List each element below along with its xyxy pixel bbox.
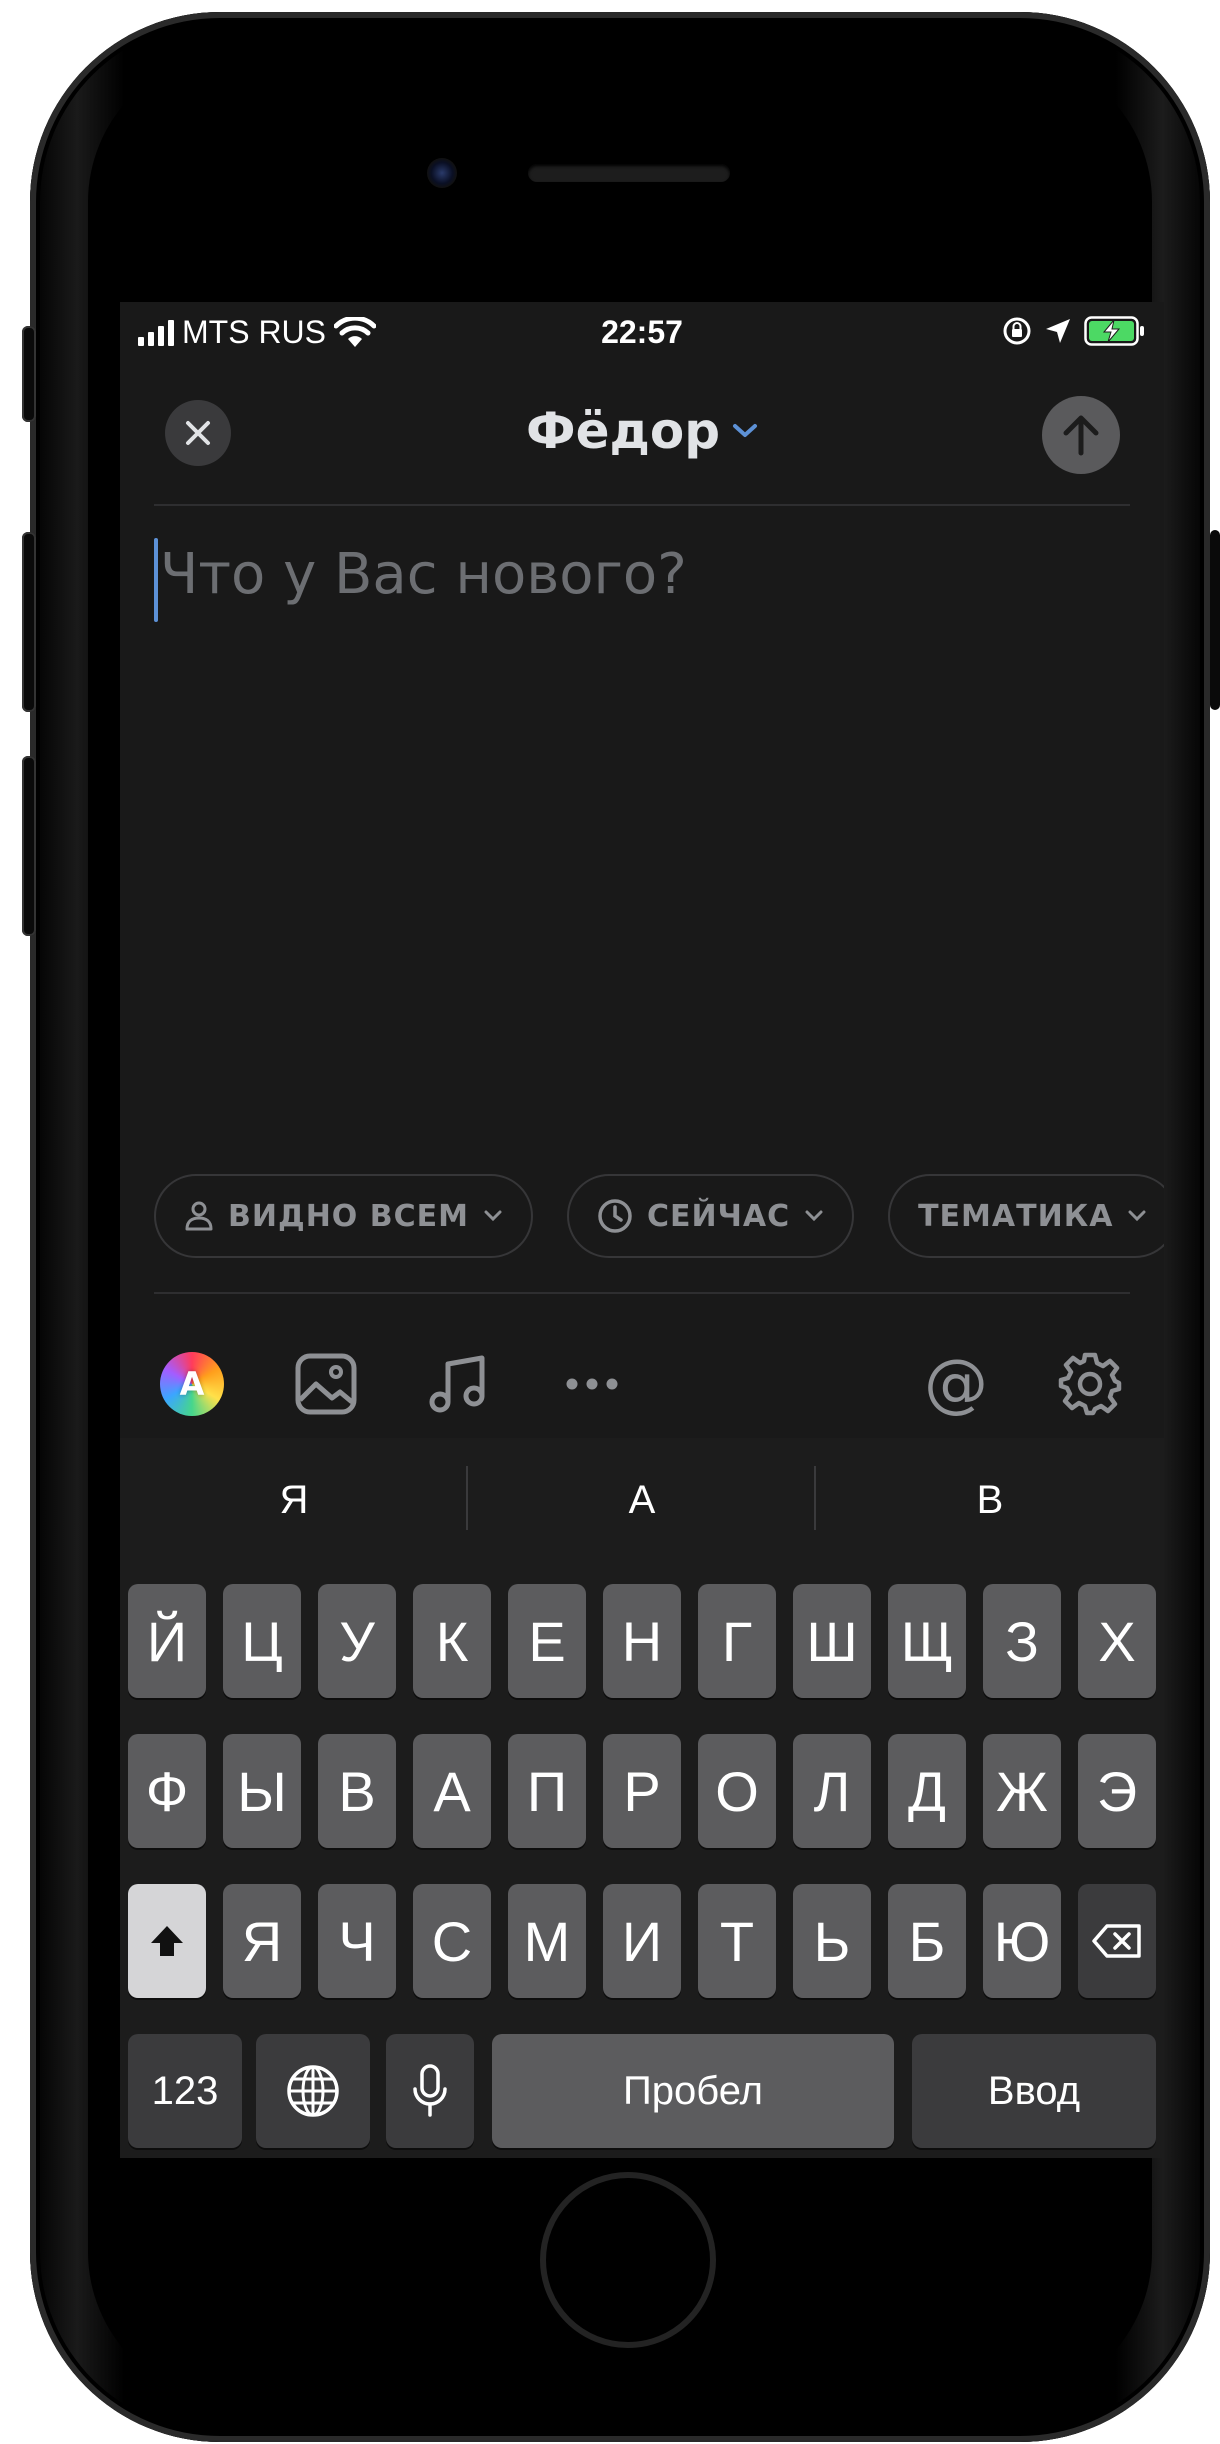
space-key[interactable]: Пробел (492, 2034, 894, 2148)
letter-key[interactable]: Л (793, 1734, 871, 1848)
letter-key[interactable]: О (698, 1734, 776, 1848)
more-icon (566, 1378, 618, 1390)
text-style-letter: A (179, 1365, 205, 1403)
letter-key[interactable]: Ц (223, 1584, 301, 1698)
compose-header: Фёдор (120, 364, 1164, 484)
backspace-icon (1092, 1924, 1141, 1958)
letter-key[interactable]: И (603, 1884, 681, 1998)
schedule-chip[interactable]: СЕЙЧАС (566, 1174, 855, 1258)
suggestion-2[interactable]: А (468, 1478, 816, 1523)
suggestion-1[interactable]: Я (120, 1478, 468, 1523)
letter-key[interactable]: Й (128, 1584, 206, 1698)
text-style-button[interactable]: A (156, 1348, 228, 1420)
letter-key[interactable]: П (508, 1734, 586, 1848)
language-key[interactable] (256, 2034, 370, 2148)
text-style-icon: A (160, 1352, 224, 1416)
page-title: Фёдор (525, 402, 721, 460)
music-button[interactable] (422, 1348, 494, 1420)
chevron-down-icon (733, 424, 758, 437)
mute-switch (22, 326, 36, 422)
letter-key[interactable]: М (508, 1884, 586, 1998)
letter-key[interactable]: А (413, 1734, 491, 1848)
settings-button[interactable] (1054, 1348, 1126, 1420)
letter-key[interactable]: Х (1078, 1584, 1156, 1698)
mention-icon: @ (924, 1347, 988, 1421)
mention-button[interactable]: @ (920, 1347, 992, 1421)
post-placeholder: Что у Вас нового? (160, 542, 687, 607)
visibility-chip[interactable]: ВИДНО ВСЕМ (154, 1174, 533, 1258)
power-button (1210, 530, 1220, 710)
letter-key[interactable]: В (318, 1734, 396, 1848)
volume-down-button (22, 756, 36, 936)
keyboard: Я А В ЙЦУКЕНГШЩЗХ ФЫВАПРОЛДЖЭ ЯЧСМИТЬБЮ … (120, 1438, 1164, 2158)
topic-label: ТЕМАТИКА (918, 1198, 1114, 1234)
letter-key[interactable]: Е (508, 1584, 586, 1698)
letter-key[interactable]: Т (698, 1884, 776, 1998)
chips-divider (154, 1292, 1130, 1294)
letter-key[interactable]: Ь (793, 1884, 871, 1998)
chevron-down-icon (805, 1210, 823, 1222)
suggestion-bar: Я А В (120, 1438, 1164, 1568)
post-options: ВИДНО ВСЕМ СЕЙЧАС ТЕМАТИКА (154, 1174, 1164, 1258)
image-icon (295, 1353, 357, 1415)
chevron-down-icon (1128, 1210, 1146, 1222)
letter-key[interactable]: К (413, 1584, 491, 1698)
microphone-icon (413, 2064, 447, 2117)
author-selector[interactable]: Фёдор (120, 402, 1164, 460)
music-icon (429, 1355, 485, 1413)
letter-key[interactable]: Ш (793, 1584, 871, 1698)
volume-up-button (22, 532, 36, 712)
globe-icon (287, 2065, 339, 2117)
letter-key[interactable]: Э (1078, 1734, 1156, 1848)
letter-key[interactable]: Ж (983, 1734, 1061, 1848)
shift-icon (151, 1926, 183, 1956)
letter-key[interactable]: Р (603, 1734, 681, 1848)
more-button[interactable] (556, 1348, 628, 1420)
clock-icon (598, 1199, 632, 1233)
letter-key[interactable]: Н (603, 1584, 681, 1698)
return-key[interactable]: Ввод (912, 2034, 1156, 2148)
letter-key[interactable]: Г (698, 1584, 776, 1698)
header-divider (154, 504, 1130, 506)
text-caret (154, 538, 158, 622)
letter-key[interactable]: Ч (318, 1884, 396, 1998)
screen: MTS RUS 22:57 Фёдор Что у Вас нового? ВИ… (120, 302, 1164, 2158)
letter-key[interactable]: Ф (128, 1734, 206, 1848)
home-button[interactable] (540, 2172, 716, 2348)
arrow-up-icon (1063, 415, 1099, 456)
status-bar: MTS RUS 22:57 (120, 302, 1164, 364)
dictation-key[interactable] (386, 2034, 474, 2148)
orientation-lock-icon (1003, 317, 1031, 345)
letter-key[interactable]: З (983, 1584, 1061, 1698)
person-icon (185, 1201, 213, 1231)
suggestion-3[interactable]: В (816, 1478, 1164, 1523)
letter-key[interactable]: Д (888, 1734, 966, 1848)
earpiece-speaker (528, 164, 730, 182)
letter-key[interactable]: Ю (983, 1884, 1061, 1998)
shift-key[interactable] (128, 1884, 206, 1998)
settings-icon (1058, 1352, 1122, 1416)
backspace-key[interactable] (1078, 1884, 1156, 1998)
chevron-down-icon (484, 1210, 502, 1222)
photo-button[interactable] (290, 1348, 362, 1420)
location-arrow-icon (1046, 319, 1070, 343)
battery-charging-icon (1084, 316, 1144, 346)
letter-key[interactable]: С (413, 1884, 491, 1998)
front-camera (427, 158, 457, 188)
letter-key[interactable]: Б (888, 1884, 966, 1998)
topic-chip[interactable]: ТЕМАТИКА (888, 1174, 1164, 1258)
letter-key[interactable]: У (318, 1584, 396, 1698)
schedule-label: СЕЙЧАС (646, 1198, 791, 1234)
letter-key[interactable]: Ы (223, 1734, 301, 1848)
letter-key[interactable]: Щ (888, 1584, 966, 1698)
post-text-input[interactable]: Что у Вас нового? (154, 534, 1114, 634)
attachment-toolbar: A @ (120, 1322, 1164, 1442)
letter-key[interactable]: Я (223, 1884, 301, 1998)
visibility-label: ВИДНО ВСЕМ (228, 1198, 469, 1234)
numbers-key[interactable]: 123 (128, 2034, 242, 2148)
publish-button[interactable] (1042, 396, 1120, 474)
